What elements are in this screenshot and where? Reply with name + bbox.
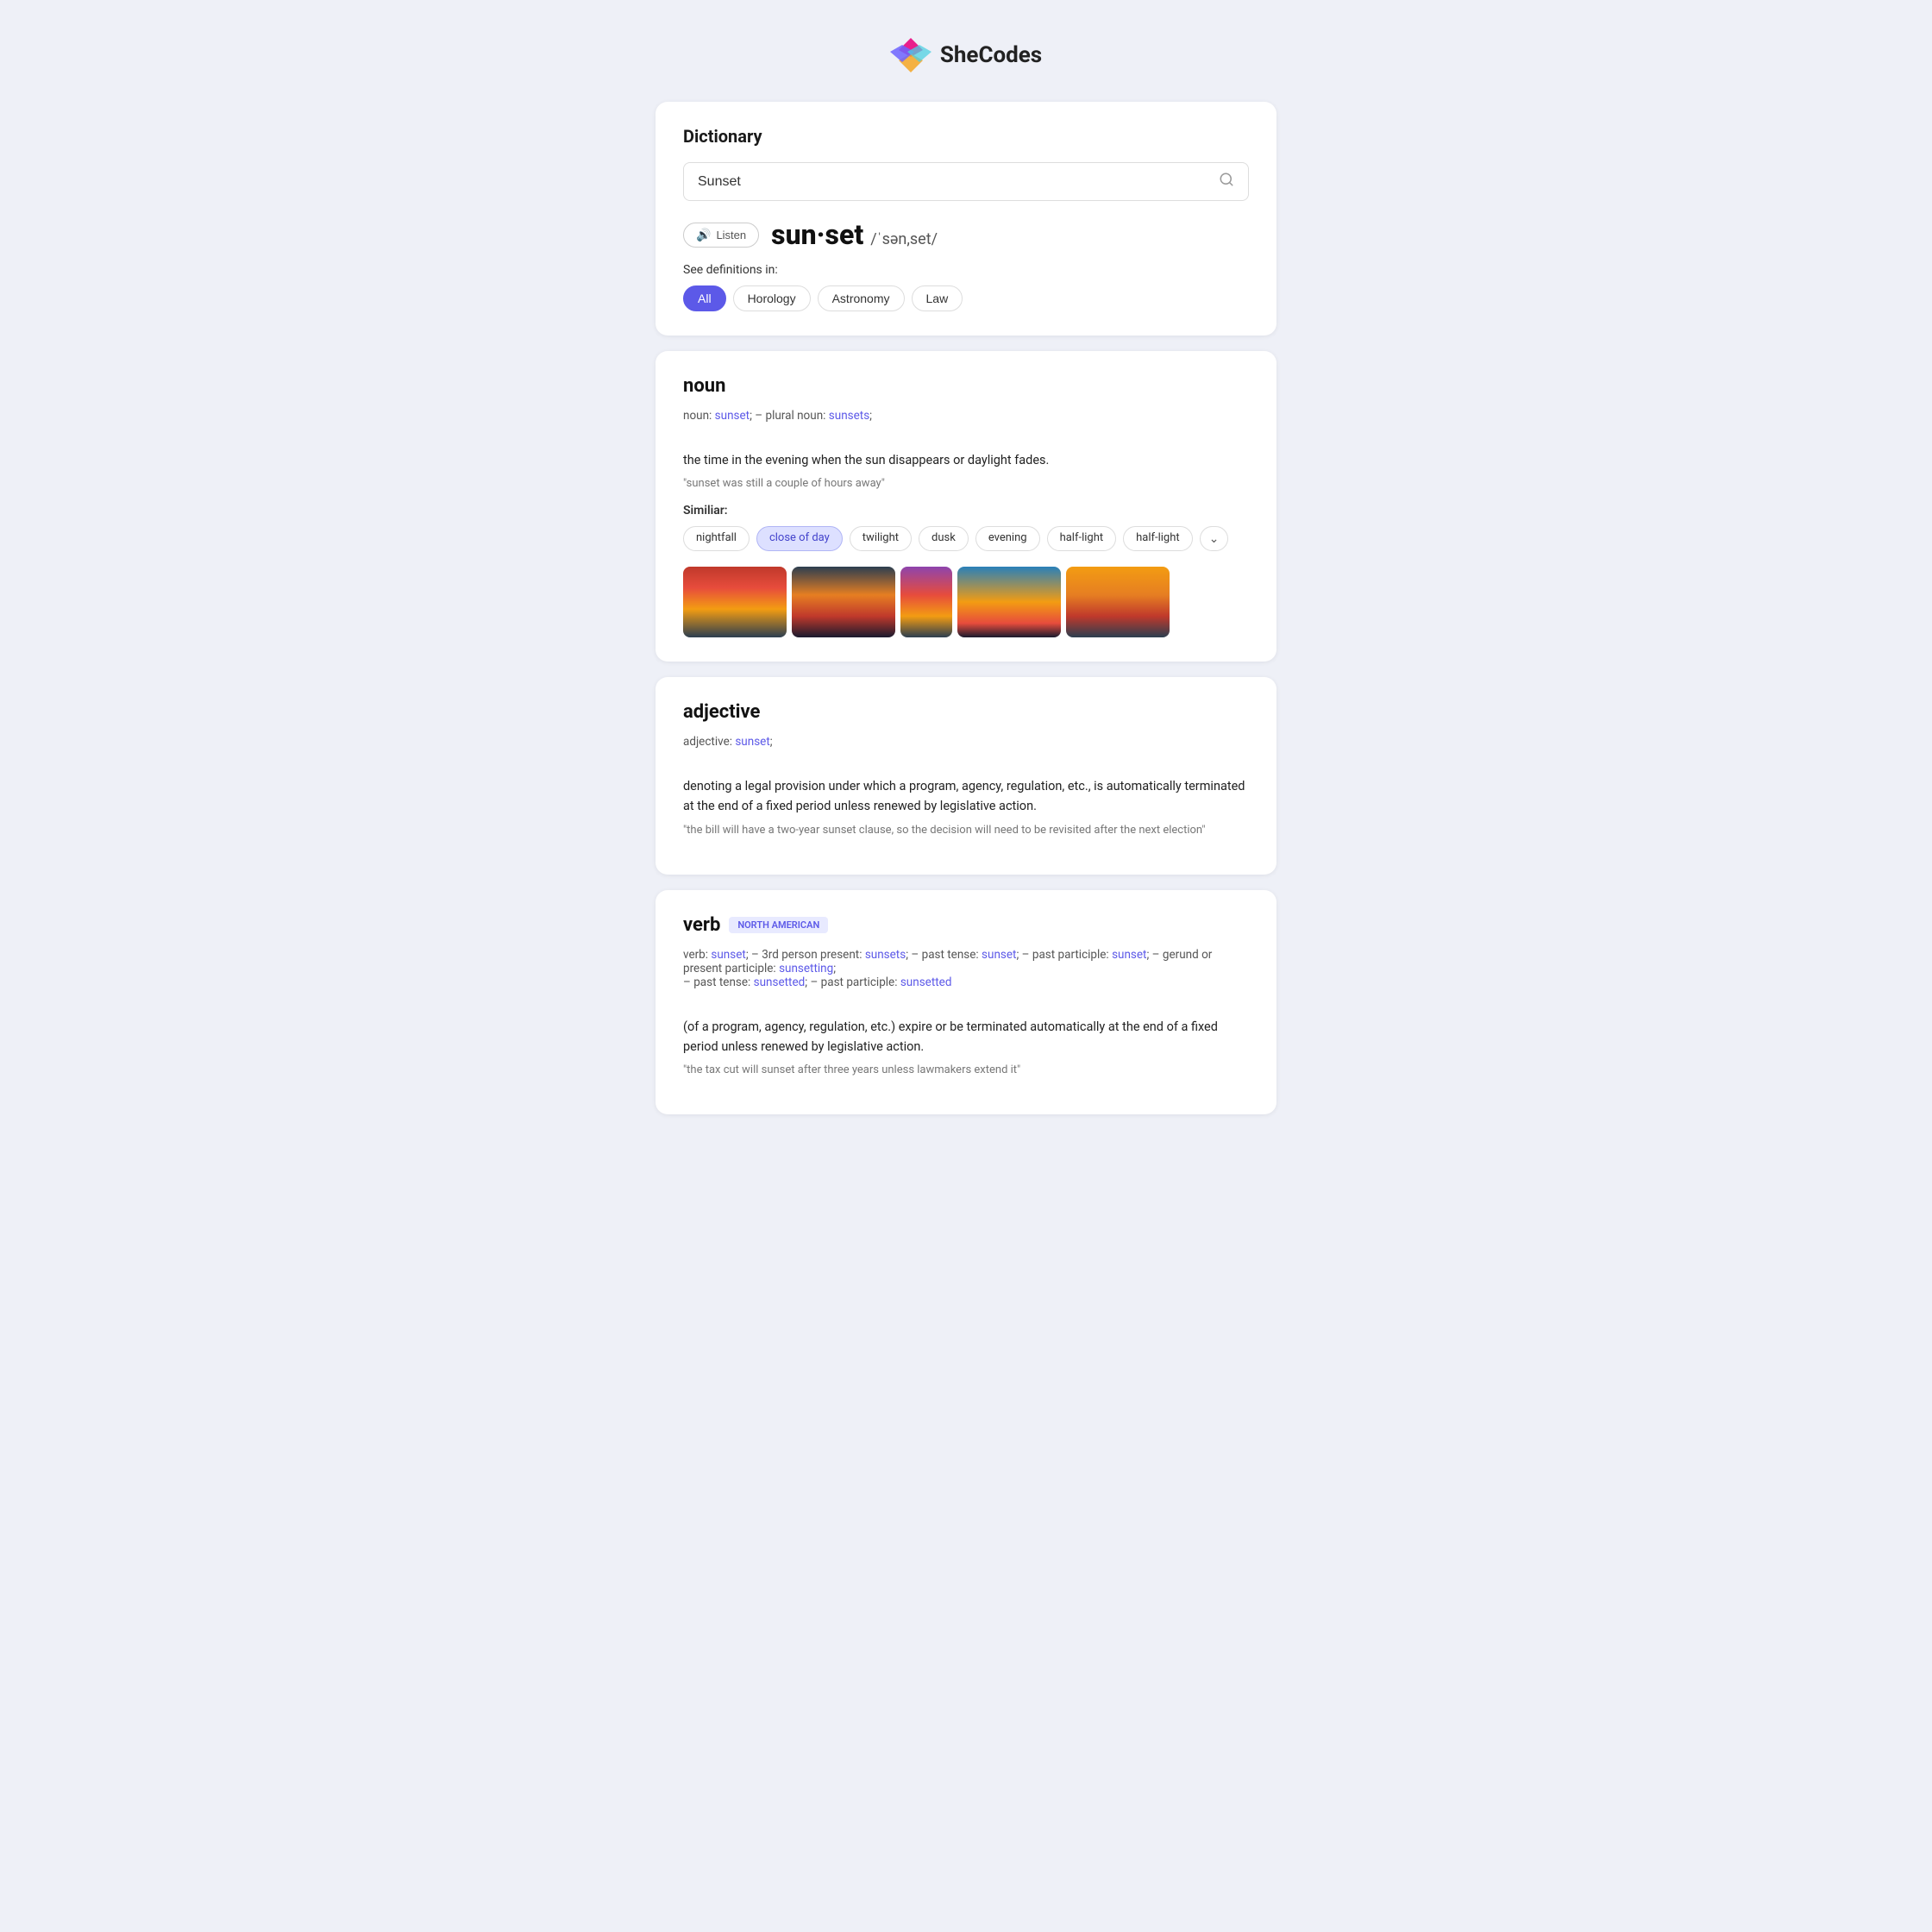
similar-label: Similiar: [683, 504, 1249, 518]
sunset-image-2[interactable] [792, 567, 895, 637]
tab-law[interactable]: Law [912, 285, 963, 311]
north-american-badge: NORTH AMERICAN [729, 917, 828, 933]
listen-button[interactable]: 🔊 Listen [683, 223, 759, 248]
verb-past-sunset[interactable]: sunset [982, 948, 1016, 962]
verb-definition: (of a program, agency, regulation, etc.)… [683, 1017, 1249, 1057]
tag-close-of-day[interactable]: close of day [756, 526, 843, 551]
phonetic-text: /ˈsən,set/ [870, 230, 938, 248]
search-icon [1219, 172, 1234, 187]
tag-half-light-1[interactable]: half-light [1047, 526, 1117, 551]
tab-all[interactable]: All [683, 285, 726, 311]
search-input[interactable] [698, 174, 1219, 190]
tag-half-light-2[interactable]: half-light [1123, 526, 1193, 551]
listen-label: Listen [716, 229, 746, 242]
word-header: 🔊 Listen sun·set /ˈsən,set/ [683, 218, 1249, 251]
adjective-pos-label: adjective [683, 701, 1249, 723]
tag-nightfall[interactable]: nightfall [683, 526, 750, 551]
noun-plural-link[interactable]: sunsets [829, 409, 869, 423]
main-container: Dictionary 🔊 Listen sun·set /ˈsən,set/ S… [656, 102, 1276, 1114]
sunset-image-4[interactable] [957, 567, 1061, 637]
logo-text: SheCodes [940, 42, 1042, 68]
word-text: sun·set [771, 218, 863, 251]
tag-dusk[interactable]: dusk [919, 526, 969, 551]
adjective-meta: adjective: sunset; [683, 735, 1249, 749]
adjective-word-link[interactable]: sunset [735, 735, 769, 749]
verb-header: verb NORTH AMERICAN [683, 914, 1249, 936]
verb-meta: verb: sunset; – 3rd person present: suns… [683, 948, 1249, 989]
see-definitions-label: See definitions in: [683, 263, 1249, 277]
search-box [683, 162, 1249, 201]
tag-evening[interactable]: evening [975, 526, 1040, 551]
sunset-image-5[interactable] [1066, 567, 1170, 637]
sunset-images [683, 567, 1249, 637]
verb-gerund-sunsetting[interactable]: sunsetting [779, 962, 833, 975]
search-button[interactable] [1219, 172, 1234, 191]
sunset-image-1[interactable] [683, 567, 787, 637]
noun-card: noun noun: sunset; – plural noun: sunset… [656, 351, 1276, 662]
speaker-icon: 🔊 [696, 228, 711, 242]
word-display: sun·set /ˈsən,set/ [771, 218, 938, 251]
verb-pp-sunset[interactable]: sunset [1112, 948, 1146, 962]
dictionary-card: Dictionary 🔊 Listen sun·set /ˈsən,set/ S… [656, 102, 1276, 336]
noun-pos-label: noun [683, 375, 1249, 397]
tag-twilight[interactable]: twilight [850, 526, 912, 551]
noun-meta: noun: sunset; – plural noun: sunsets; [683, 409, 1249, 423]
verb-example: "the tax cut will sunset after three yea… [683, 1063, 1249, 1076]
verb-past-sunsetted[interactable]: sunsetted [754, 975, 806, 989]
tab-astronomy[interactable]: Astronomy [818, 285, 905, 311]
noun-definition: the time in the evening when the sun dis… [683, 450, 1249, 470]
dictionary-title: Dictionary [683, 126, 1249, 147]
noun-example: "sunset was still a couple of hours away… [683, 477, 1249, 490]
adjective-example: "the bill will have a two-year sunset cl… [683, 824, 1249, 837]
sunset-image-3[interactable] [900, 567, 952, 637]
verb-word-sunset[interactable]: sunset [711, 948, 745, 962]
verb-pos-label: verb [683, 914, 720, 936]
similar-tags: nightfall close of day twilight dusk eve… [683, 526, 1249, 551]
tab-horology[interactable]: Horology [733, 285, 811, 311]
logo-icon [890, 34, 932, 76]
verb-pp-sunsetted[interactable]: sunsetted [900, 975, 952, 989]
logo-area: SheCodes [17, 34, 1915, 76]
category-tabs: All Horology Astronomy Law [683, 285, 1249, 311]
noun-word-link[interactable]: sunset [715, 409, 750, 423]
adjective-card: adjective adjective: sunset; denoting a … [656, 677, 1276, 874]
expand-tags-button[interactable]: ⌄ [1200, 526, 1229, 551]
verb-card: verb NORTH AMERICAN verb: sunset; – 3rd … [656, 890, 1276, 1114]
adjective-definition: denoting a legal provision under which a… [683, 776, 1249, 816]
verb-word-sunsets[interactable]: sunsets [865, 948, 906, 962]
